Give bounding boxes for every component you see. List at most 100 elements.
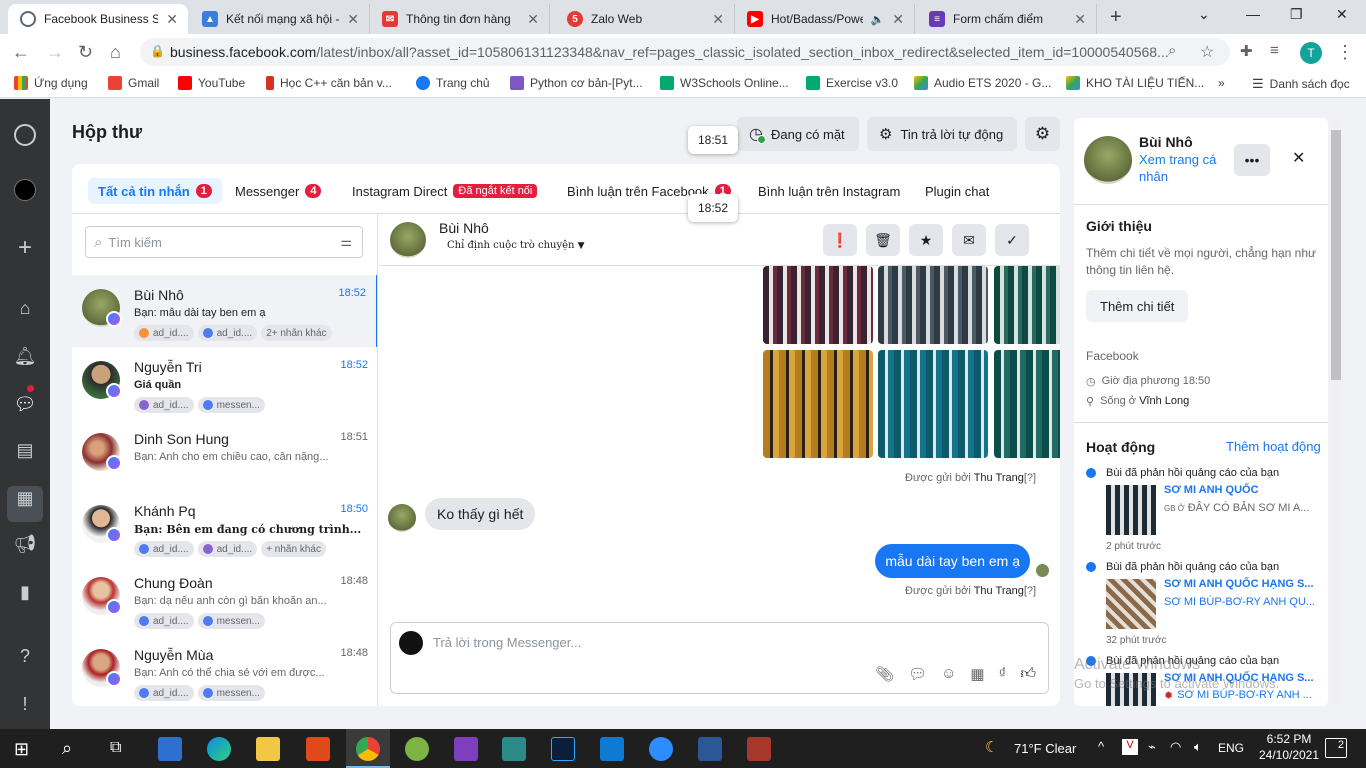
task-view-icon[interactable]: ⧉ <box>110 739 121 757</box>
planner-icon[interactable]: ▦ <box>14 487 36 509</box>
media-icon[interactable]: ≡ <box>1270 42 1279 59</box>
currency-icon[interactable]: ₫ <box>999 665 1007 683</box>
label-chip[interactable]: ad_id.... <box>134 325 194 341</box>
bookmark-python[interactable]: Python cơ bản-[Pyt... <box>510 76 643 90</box>
template-icon[interactable]: ▦ <box>970 665 984 683</box>
search-input[interactable]: ⌕ Tìm kiếm ⚌ <box>85 226 363 258</box>
bookmark-youtube[interactable]: YouTube <box>178 76 245 90</box>
tab-facebook-business[interactable]: Facebook Business Su ✕ <box>8 4 188 34</box>
vscode-icon[interactable] <box>600 737 624 761</box>
bookmark-gmail[interactable]: Gmail <box>108 76 159 90</box>
ad-title[interactable]: SƠ MI ANH QUỐC <box>1164 484 1259 496</box>
create-icon[interactable]: + <box>14 234 36 261</box>
tab-instagram-direct[interactable]: Instagram Direct Đã ngắt kết nối <box>352 178 538 204</box>
tab-search-icon[interactable]: ⌄ <box>1198 6 1210 23</box>
close-window-button[interactable]: ✕ <box>1336 6 1348 23</box>
zoom-icon[interactable]: ⌕ <box>1168 42 1176 59</box>
tab-all-messages[interactable]: Tất cả tin nhắn 1 <box>88 178 222 204</box>
saved-reply-icon[interactable]: 💬︎ <box>908 665 927 683</box>
thread-contact-name[interactable]: Bùi Nhô <box>439 220 489 236</box>
minimize-button[interactable]: — <box>1246 6 1260 22</box>
mark-done-button[interactable]: ✓ <box>995 224 1029 256</box>
visual-studio-icon[interactable] <box>454 737 478 761</box>
attachment-icon[interactable]: 📎︎ <box>875 665 894 683</box>
volume-icon[interactable]: 🔈︎ <box>1194 739 1202 755</box>
ad-thumbnail[interactable] <box>1106 485 1156 535</box>
label-chip[interactable]: ad_id.... <box>197 325 258 341</box>
bookmark-audio-ets[interactable]: Audio ETS 2020 - G... <box>914 76 1051 90</box>
extensions-icon[interactable]: ✚ <box>1240 42 1253 60</box>
clock-date[interactable]: 24/10/2021 <box>1256 748 1322 762</box>
add-activity-link[interactable]: Thêm hoạt động <box>1226 439 1321 454</box>
product-image[interactable] <box>994 266 1060 344</box>
language-indicator[interactable]: ENG <box>1218 741 1244 755</box>
weather-icon[interactable]: ☾ <box>985 738 998 756</box>
label-chip[interactable]: ad_id.... <box>134 397 194 413</box>
zoom-icon[interactable] <box>649 737 673 761</box>
product-image[interactable] <box>763 266 873 344</box>
auto-reply-button[interactable]: ⚙ Tin trả lời tự động <box>867 117 1017 151</box>
ad-title[interactable]: SƠ MI ANH QUỐC HẠNG S... <box>1164 578 1314 590</box>
product-image[interactable] <box>878 350 988 458</box>
product-image[interactable] <box>994 350 1060 458</box>
avatar[interactable] <box>1084 136 1132 184</box>
label-chip[interactable]: ad_id.... <box>134 685 194 701</box>
tab-plugin-chat[interactable]: Plugin chat <box>925 178 989 204</box>
delete-button[interactable]: 🗑︎ <box>866 224 900 256</box>
bookmark-star-icon[interactable]: ☆ <box>1200 42 1214 62</box>
more-labels-chip[interactable]: + nhãn khác <box>261 541 326 557</box>
product-image[interactable] <box>878 266 988 344</box>
forward-icon[interactable]: → <box>46 42 64 63</box>
product-image[interactable] <box>763 350 873 458</box>
bookmark-exercise[interactable]: Exercise v3.0 <box>806 76 898 90</box>
wifi-icon[interactable]: ◠ <box>1170 739 1181 755</box>
store-icon[interactable] <box>158 737 182 761</box>
business-suite-icon[interactable] <box>14 124 36 146</box>
star-button[interactable]: ★ <box>909 224 943 256</box>
sent-by-name[interactable]: Thu Trang <box>974 472 1024 484</box>
tab-instagram-comments[interactable]: Bình luận trên Instagram <box>758 178 900 204</box>
home-icon[interactable]: ⌂ <box>14 297 36 319</box>
app-icon[interactable] <box>502 737 526 761</box>
word-icon[interactable] <box>698 737 722 761</box>
url-bar[interactable]: 🔒 business.facebook.com/latest/inbox/all… <box>140 38 1230 66</box>
bookmark-trang-chu[interactable]: Trang chủ <box>416 76 490 90</box>
network-icon[interactable]: ⌁ <box>1148 739 1156 755</box>
conversation-item[interactable]: Khánh Pq 18:50 Bạn: Bên em đang có chươn… <box>72 491 377 563</box>
insights-icon[interactable]: ▮ <box>14 581 36 603</box>
menu-icon[interactable]: ⋮ <box>1336 42 1354 63</box>
tab-messenger[interactable]: Messenger 4 <box>235 178 322 204</box>
chrome-icon[interactable] <box>356 737 380 761</box>
edge-icon[interactable] <box>207 737 231 761</box>
label-chip[interactable]: ad_id.... <box>134 541 194 557</box>
add-details-button[interactable]: Thêm chi tiết <box>1086 290 1189 322</box>
assign-conversation-dropdown[interactable]: Chỉ định cuộc trò chuyện ▼ <box>447 240 585 251</box>
more-labels-chip[interactable]: 2+ nhãn khác <box>261 325 332 341</box>
tray-app-icon[interactable]: V <box>1122 739 1138 755</box>
spam-button[interactable]: ❗ <box>823 224 857 256</box>
winrar-icon[interactable] <box>747 737 771 761</box>
maximize-button[interactable]: ❐ <box>1290 6 1303 23</box>
label-chip[interactable]: messen... <box>197 613 265 629</box>
tab-form[interactable]: ≡ Form chấm điểm ✕ <box>917 4 1097 34</box>
close-panel-button[interactable]: ✕ <box>1292 148 1305 168</box>
mark-unread-button[interactable]: ✉ <box>952 224 986 256</box>
avatar[interactable] <box>390 222 426 258</box>
close-icon[interactable]: ✕ <box>892 11 904 28</box>
close-icon[interactable]: ✕ <box>166 11 178 28</box>
weather-text[interactable]: 71°F Clear <box>1014 741 1076 756</box>
emoji-icon[interactable]: ☺ <box>941 665 956 683</box>
tab-thong-tin[interactable]: ✉ Thông tin đơn hàng ✕ <box>370 4 550 34</box>
windows-start-icon[interactable]: ⊞ <box>14 739 29 760</box>
close-icon[interactable]: ✕ <box>527 11 539 28</box>
bookmarks-more[interactable]: » <box>1218 76 1225 90</box>
notification-center-icon[interactable]: 2 <box>1325 738 1347 758</box>
profile-avatar[interactable]: T <box>1300 42 1322 64</box>
sent-by-name[interactable]: Thu Trang <box>974 585 1024 597</box>
sent-by-help[interactable]: [?] <box>1024 472 1036 484</box>
posts-icon[interactable]: ▤ <box>14 439 36 461</box>
tab-ket-noi[interactable]: ▲ Kết nối mạng xã hội - ✕ <box>190 4 370 34</box>
settings-button[interactable]: ⚙ <box>1025 117 1060 151</box>
label-chip[interactable]: messen... <box>197 685 265 701</box>
close-icon[interactable]: ✕ <box>712 11 724 28</box>
